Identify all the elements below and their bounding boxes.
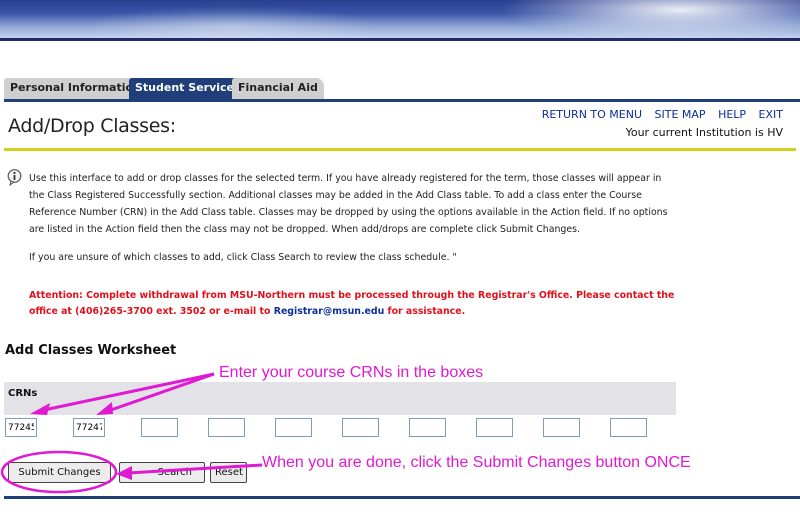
crn-input-4[interactable] (208, 418, 245, 437)
submit-callout: When you are done, click the Submit Chan… (262, 454, 691, 471)
crn-input-10[interactable] (610, 418, 647, 437)
crn-input-3[interactable] (141, 418, 178, 437)
return-to-menu-link[interactable]: RETURN TO MENU (542, 108, 642, 121)
crn-input-6[interactable] (342, 418, 379, 437)
crn-callout: Enter your course CRNs in the boxes (219, 364, 484, 381)
header-banner (0, 0, 800, 38)
registrar-email-link[interactable]: Registrar@msun.edu (274, 306, 385, 317)
instructions-text: Use this interface to add or drop classe… (29, 173, 668, 235)
site-map-link[interactable]: SITE MAP (655, 108, 706, 121)
tab-financial-aid[interactable]: Financial Aid (232, 78, 324, 99)
crn-input-7[interactable] (409, 418, 446, 437)
top-links: RETURN TO MENU SITE MAP HELP EXIT (533, 108, 783, 121)
crn-input-2[interactable] (73, 418, 105, 437)
crn-input-8[interactable] (476, 418, 513, 437)
worksheet-heading: Add Classes Worksheet (5, 343, 177, 358)
crn-label: CRNs (8, 388, 38, 399)
tab-personal-information[interactable]: Personal Information (4, 78, 147, 99)
crn-input-5[interactable] (275, 418, 312, 437)
class-search-button[interactable]: Search (119, 462, 205, 483)
banner-glow (500, 0, 800, 38)
tab-underline (4, 99, 800, 102)
page-title: Add/Drop Classes: (8, 115, 176, 137)
crn-header-panel (4, 382, 676, 415)
banner-underline (0, 38, 800, 41)
crn-input-1[interactable] (5, 418, 37, 437)
tab-student-services[interactable]: Student Services (129, 78, 247, 99)
exit-link[interactable]: EXIT (759, 108, 783, 121)
class-search-hint: If you are unsure of which classes to ad… (29, 252, 457, 263)
banner-glow (80, 6, 380, 38)
crn-input-9[interactable] (543, 418, 580, 437)
info-icon (7, 169, 22, 186)
title-divider (4, 148, 796, 151)
help-link[interactable]: HELP (718, 108, 746, 121)
attention-text-end: for assistance. (384, 306, 466, 317)
bottom-divider (4, 496, 800, 499)
reset-button[interactable]: Reset (210, 462, 247, 483)
submit-changes-button[interactable]: Submit Changes (8, 462, 111, 483)
attention-notice: Attention: Complete withdrawal from MSU-… (29, 288, 689, 320)
institution-text: Your current Institution is HV (625, 126, 783, 139)
